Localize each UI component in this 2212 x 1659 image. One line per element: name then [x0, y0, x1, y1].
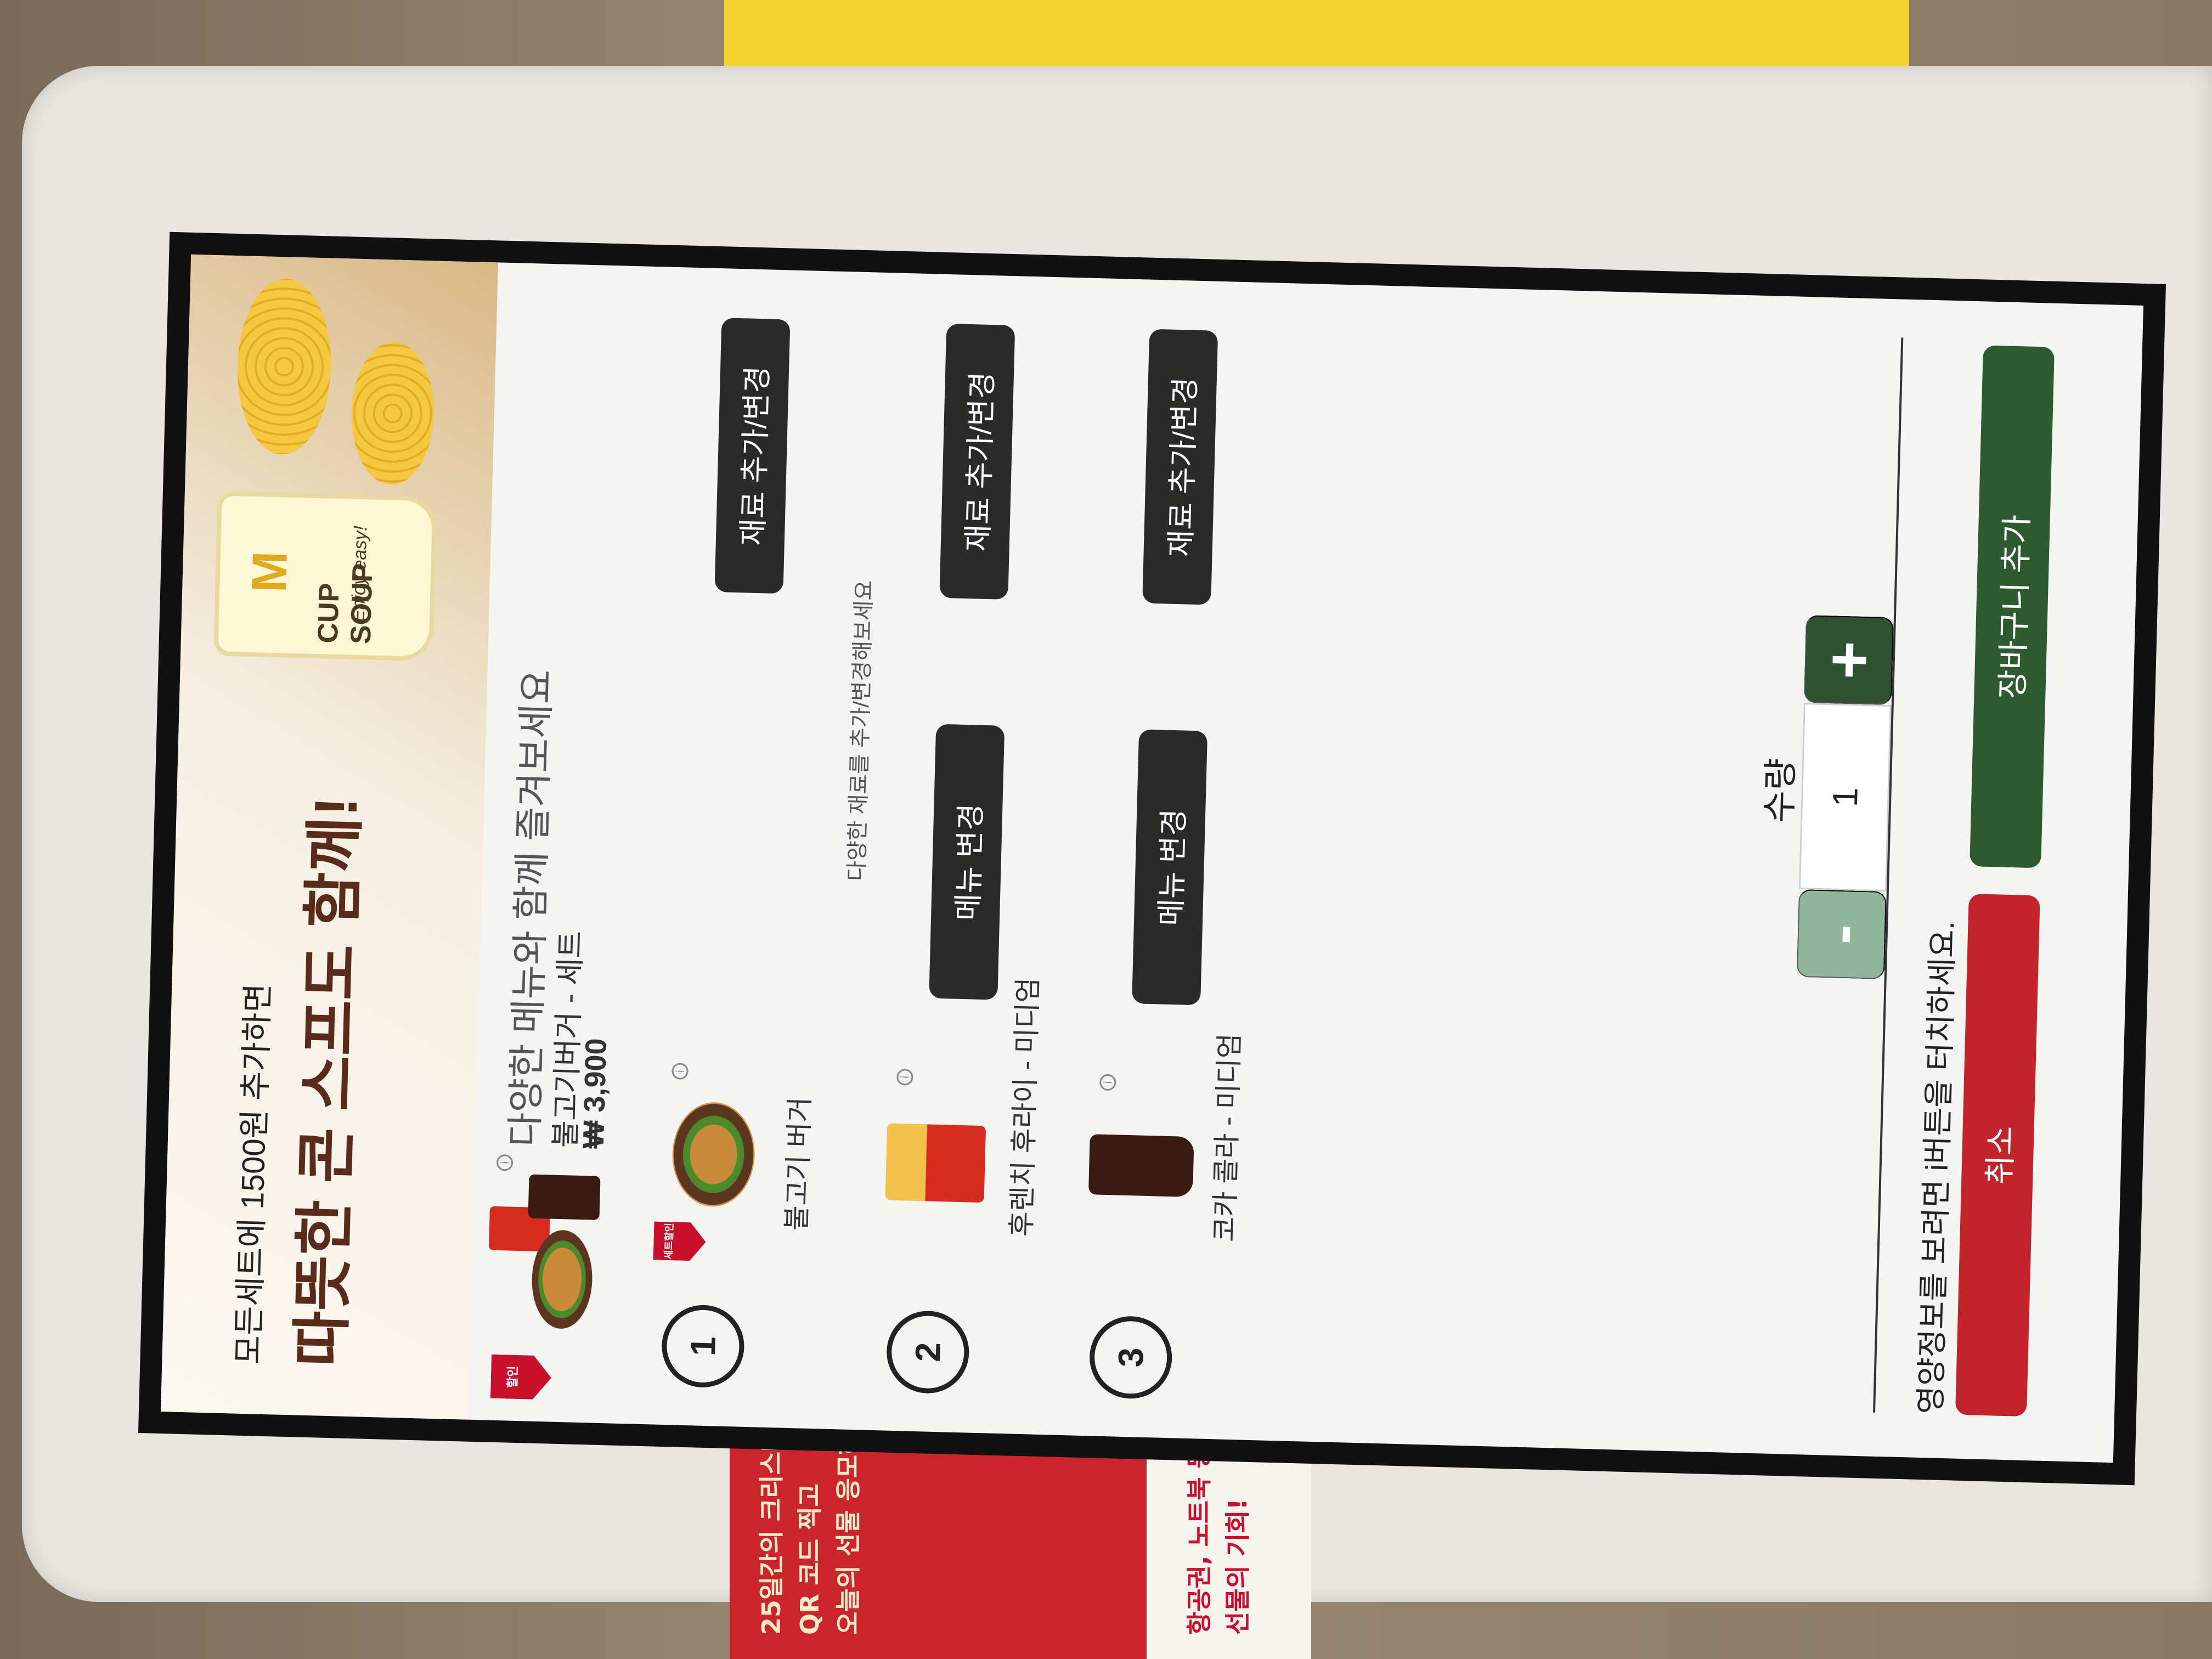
nutrition-hint: 영양정보를 보려면 i버튼을 터치하세요. — [1912, 920, 1961, 1415]
cup-soup-image: M CUP SOUP Enjoy easy! — [213, 491, 437, 662]
corn-image — [235, 278, 334, 456]
row-number: 3 — [1088, 1315, 1173, 1400]
add-to-cart-button[interactable]: 장바구니 추가 — [1970, 345, 2055, 868]
component-label: 후렌치 후라이 - 미디엄 — [1006, 977, 1044, 1237]
change-menu-button[interactable]: 메뉴 변경 — [1132, 729, 1208, 1006]
change-menu-button[interactable]: 메뉴 변경 — [929, 724, 1005, 1000]
banner-title: 따뜻한 콘 스프도 함께! — [287, 795, 370, 1368]
quantity-label: 수량 — [1759, 758, 1801, 823]
row-number: 1 — [661, 1304, 746, 1389]
cup-label: CUP SOUP — [312, 563, 379, 645]
row-number: 2 — [885, 1310, 970, 1395]
corn-image — [349, 341, 436, 486]
info-icon[interactable]: i — [672, 1063, 689, 1080]
flyer-line-5: 선물의 기회! — [1223, 1498, 1252, 1635]
info-icon[interactable]: i — [496, 1154, 514, 1171]
component-row: 3 i 코카 콜라 - 미디엄 메뉴 변경 또는 재료 추가/변경 — [1071, 278, 1282, 1440]
mcdonalds-logo-icon: M — [242, 550, 298, 594]
flyer-line-2: QR 코드 찍고 — [795, 1483, 825, 1635]
cup-sub-label: Enjoy easy! — [347, 525, 371, 623]
add-ingredient-button[interactable]: 재료 추가/변경 — [714, 318, 791, 594]
component-label: 코카 콜라 - 미디엄 — [1209, 1032, 1245, 1243]
cancel-button[interactable]: 취소 — [1955, 893, 2040, 1417]
set-meal-image — [487, 1173, 601, 1341]
set-discount-badge: 세트할인 — [653, 1221, 707, 1261]
promo-banner[interactable]: 모든세트에 1500원 추가하면 따뜻한 콘 스프도 함께! M CUP SOU… — [160, 254, 499, 1420]
quantity-plus-button[interactable]: + — [1803, 615, 1894, 706]
quantity-minus-button[interactable]: - — [1796, 889, 1887, 980]
quantity-value: 1 — [1798, 702, 1892, 892]
kiosk-ui: 모든세트에 1500원 추가하면 따뜻한 콘 스프도 함께! M CUP SOU… — [160, 254, 2144, 1463]
add-ingredient-button[interactable]: 재료 추가/변경 — [1142, 329, 1218, 605]
drink-image — [528, 1174, 601, 1220]
info-icon[interactable]: i — [1099, 1074, 1116, 1091]
kiosk-screen: 모든세트에 1500원 추가하면 따뜻한 콘 스프도 함께! M CUP SOU… — [138, 232, 2166, 1486]
add-ingredient-button[interactable]: 재료 추가/변경 — [939, 323, 1015, 600]
banner-subtitle: 모든세트에 1500원 추가하면 — [230, 983, 276, 1365]
flyer-line-4: 항공권, 노트북 등 — [1184, 1445, 1214, 1635]
bulgogi-burger-image — [660, 1101, 761, 1219]
customize-hint: 다양한 재료를 추가/변경해보세요 — [844, 579, 877, 882]
component-row: 1 세트할인 i 불고기 버거 다양한 재료를 추가/변경해보세요 재료 추가/… — [644, 267, 877, 1429]
fries-image — [884, 1113, 986, 1225]
discount-badge: 할인 — [490, 1355, 552, 1400]
cola-image — [1087, 1118, 1194, 1230]
info-icon[interactable]: i — [896, 1068, 913, 1086]
product-price: ₩ 3,900 — [577, 1037, 613, 1149]
component-row: 2 i 후렌치 후라이 - 미디엄 메뉴 변경 또는 재료 추가/변경 — [868, 273, 1080, 1435]
component-label: 불고기 버거 — [781, 1096, 816, 1232]
